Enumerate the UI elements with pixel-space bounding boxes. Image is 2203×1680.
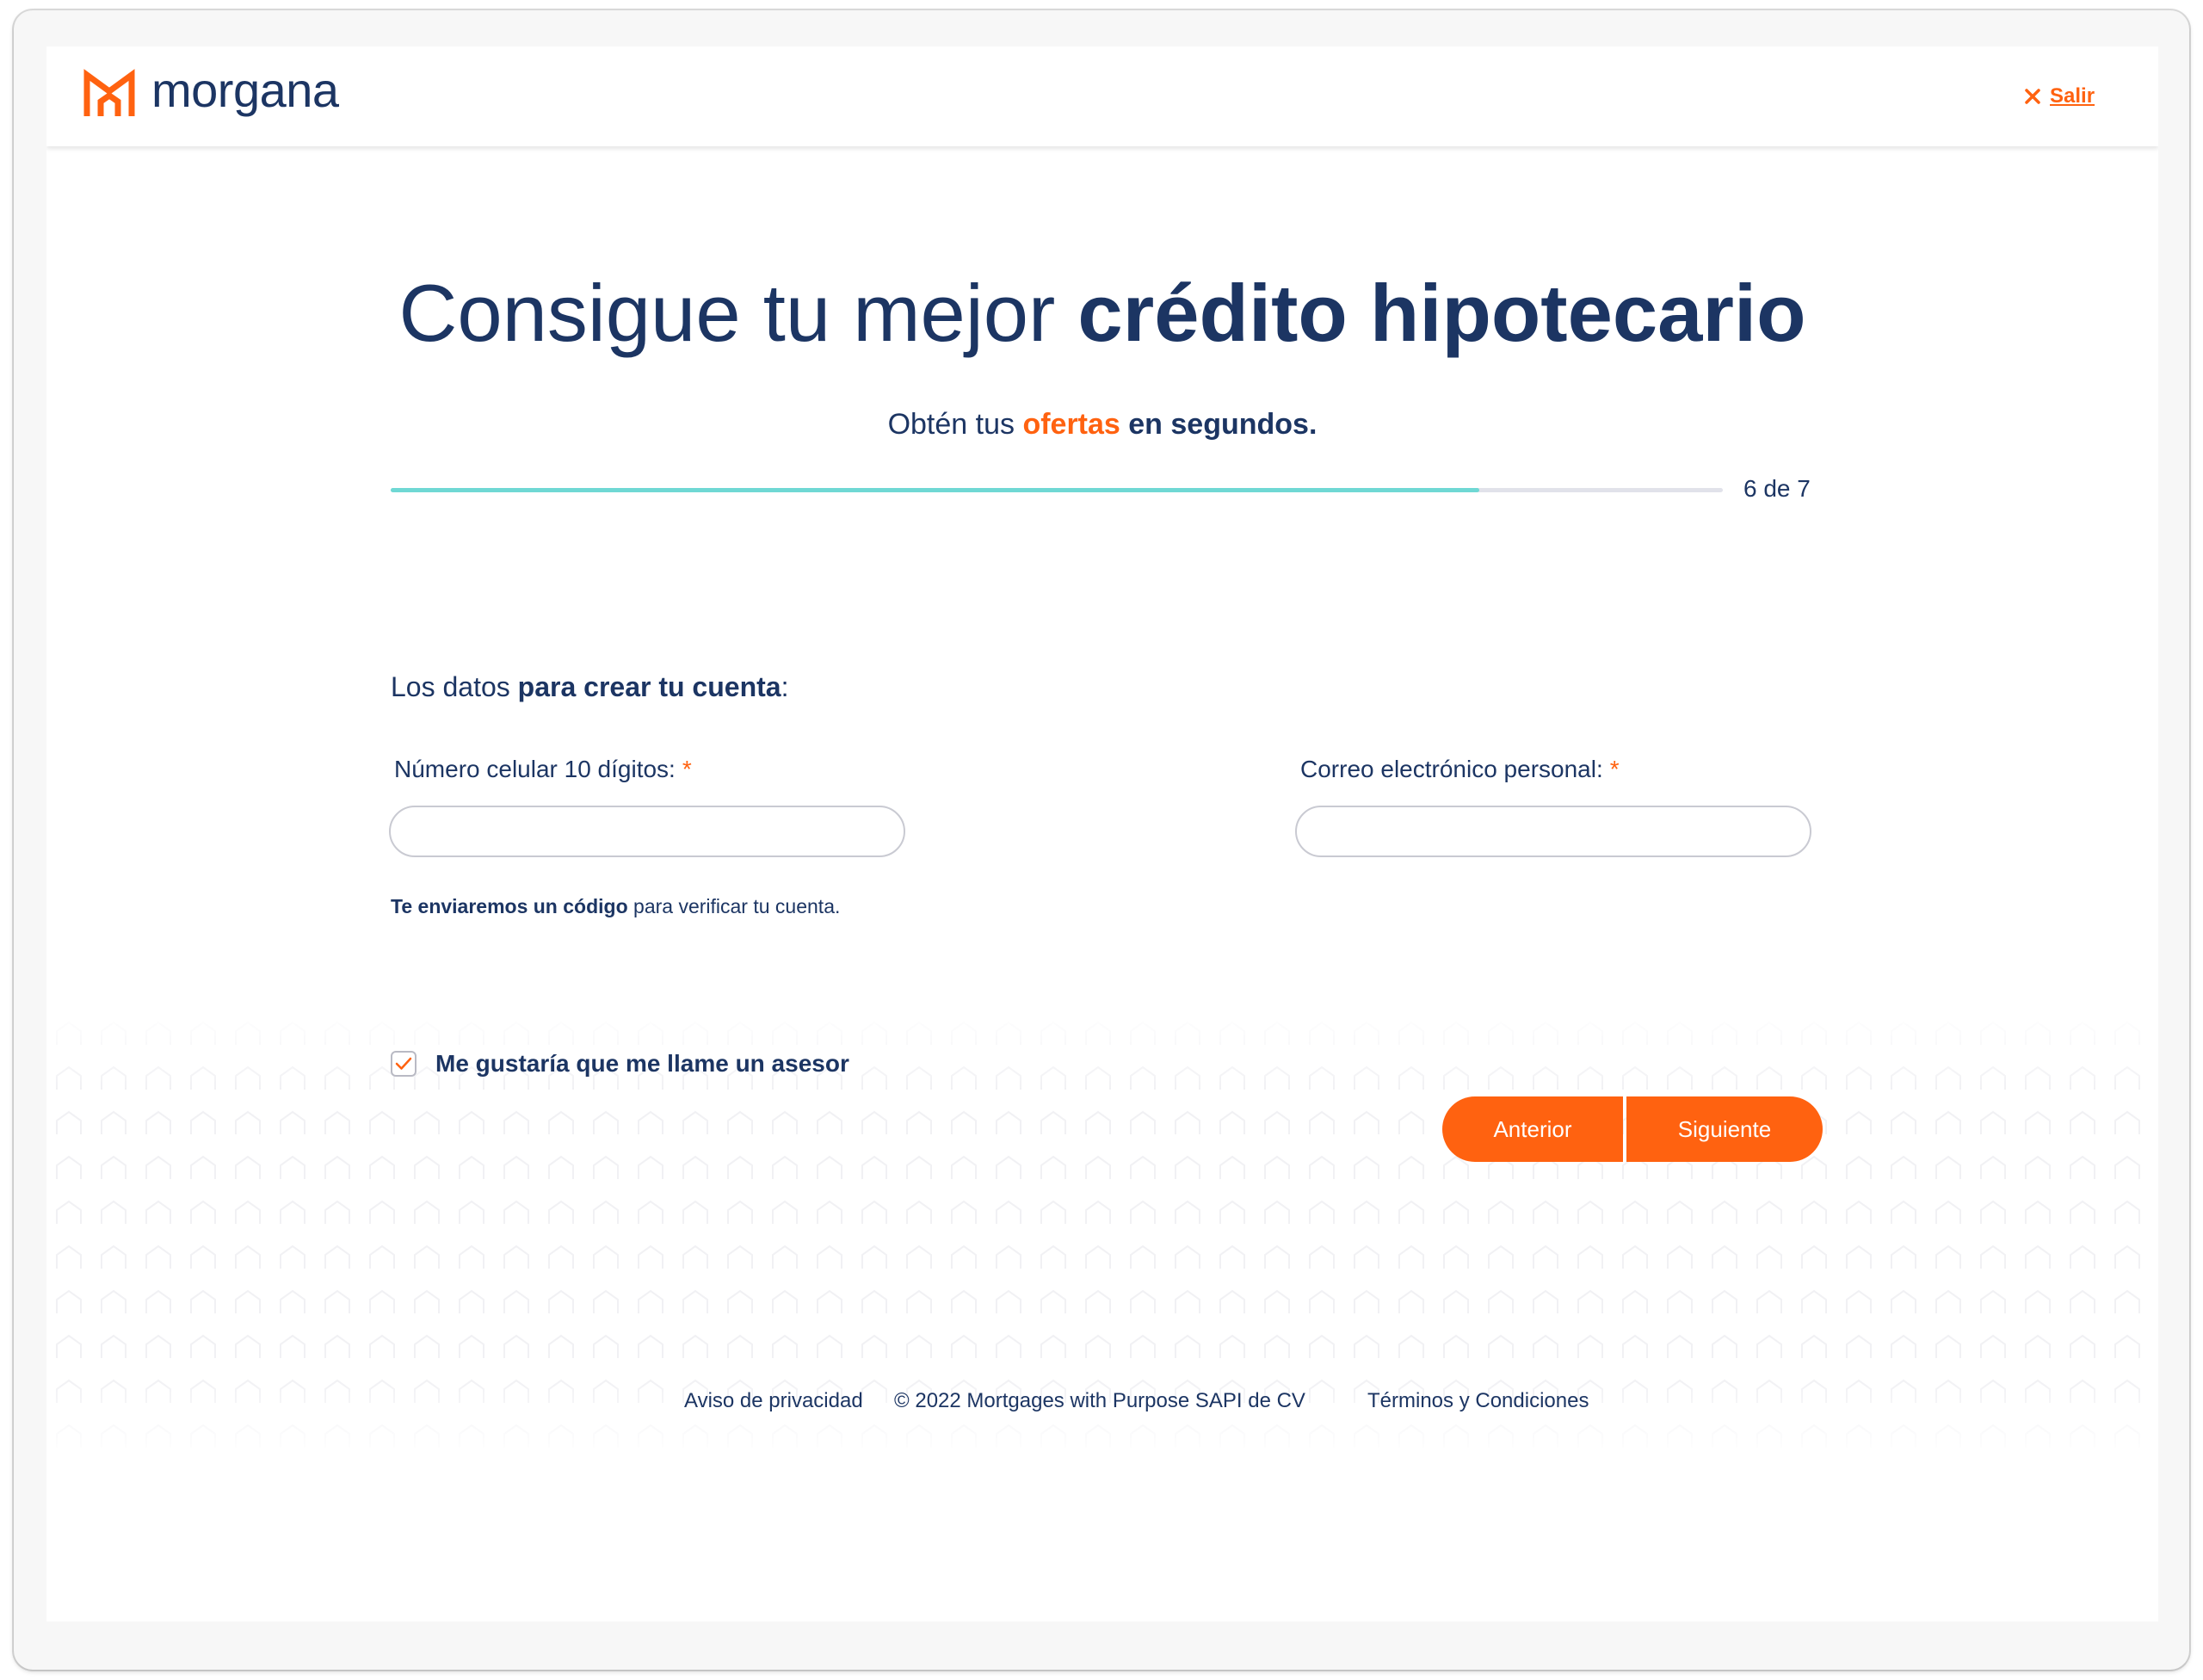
title-regular: Consigue tu mejor [398, 268, 1078, 358]
email-input[interactable] [1295, 806, 1811, 857]
email-label-text: Correo electrónico personal: [1300, 756, 1603, 782]
email-field-label: Correo electrónico personal: * [1300, 756, 1620, 783]
advisor-checkbox-label[interactable]: Me gustaría que me llame un asesor [435, 1050, 849, 1078]
previous-button[interactable]: Anterior [1442, 1096, 1623, 1162]
checkmark-icon [395, 1057, 412, 1070]
progress-bar [391, 488, 1723, 492]
privacy-link[interactable]: Aviso de privacidad [684, 1389, 863, 1413]
exit-link[interactable]: Salir [2024, 84, 2095, 108]
phone-label-text: Número celular 10 dígitos: [394, 756, 676, 782]
phone-required-mark: * [682, 756, 692, 782]
helper-bold: Te enviaremos un código [391, 895, 628, 917]
browser-frame: morgana Salir Consigue tu mejor crédito … [14, 10, 2189, 1670]
copyright-text: © 2022 Mortgages with Purpose SAPI de CV [894, 1389, 1305, 1412]
terms-link[interactable]: Términos y Condiciones [1367, 1389, 1589, 1413]
close-icon [2025, 89, 2040, 104]
page-subtitle: Obtén tus ofertas en segundos. [46, 408, 2158, 442]
brand-name: morgana [151, 63, 339, 117]
subtitle-part2: en segundos. [1120, 408, 1317, 441]
next-button[interactable]: Siguiente [1626, 1096, 1823, 1162]
morgana-house-logo-icon [83, 69, 135, 116]
top-navbar: morgana Salir [46, 46, 2158, 146]
form-section-heading: Los datos para crear tu cuenta: [391, 671, 788, 703]
advisor-checkbox[interactable] [391, 1051, 417, 1077]
page: morgana Salir Consigue tu mejor crédito … [46, 46, 2158, 1621]
title-bold: crédito hipotecario [1077, 268, 1806, 358]
progress-step-label: 6 de 7 [1743, 475, 1811, 502]
heading-bold: para crear tu cuenta [517, 671, 781, 702]
helper-regular: para verificar tu cuenta. [627, 895, 841, 917]
subtitle-part1: Obtén tus [887, 408, 1023, 441]
progress-bar-fill [391, 488, 1479, 492]
page-title: Consigue tu mejor crédito hipotecario [46, 269, 2158, 357]
exit-label[interactable]: Salir [2050, 84, 2095, 108]
heading-regular: Los datos [391, 671, 518, 702]
heading-colon: : [781, 671, 789, 702]
phone-field-label: Número celular 10 dígitos: * [394, 756, 692, 783]
phone-input[interactable] [389, 806, 905, 857]
verification-helper-text: Te enviaremos un código para verificar t… [391, 895, 840, 918]
email-required-mark: * [1609, 756, 1620, 782]
brand-logo[interactable]: morgana [83, 63, 339, 119]
advisor-call-option[interactable]: Me gustaría que me llame un asesor [391, 1050, 849, 1078]
subtitle-highlight: ofertas [1022, 408, 1120, 441]
